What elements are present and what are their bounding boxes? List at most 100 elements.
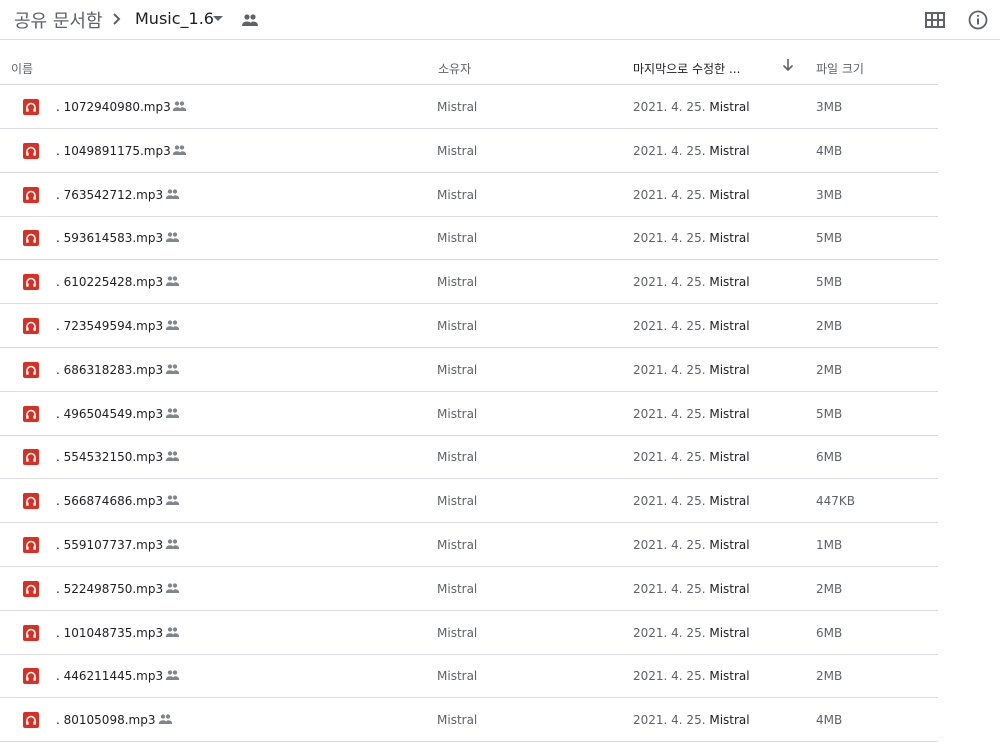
table-row[interactable]: . 763542712.mp3 Mistral 2021. 4. 25. Mistr… [0,173,938,217]
file-name[interactable]: . 80105098.mp3 [56,713,155,727]
file-size: 5MB [816,406,843,421]
modified-date: 2021. 4. 25. [633,450,706,465]
file-owner: Mistral [437,143,478,158]
table-row[interactable]: . 522498750.mp3 Mistral 2021. 4. 25. Mistr… [0,567,938,611]
file-name[interactable]: . 1072940980.mp3 [56,100,171,114]
audio-file-icon [23,361,39,378]
modified-date: 2021. 4. 25. [633,581,706,596]
file-modified: 2021. 4. 25. Mistral [633,319,750,333]
audio-file-icon [23,99,39,115]
modified-date: 2021. 4. 25. [633,625,706,640]
audio-file-icon [23,318,39,334]
shared-people-icon [165,451,179,462]
modified-by: Mistral [709,581,750,596]
file-name[interactable]: . 610225428.mp3 [56,275,163,289]
modified-by: Mistral [709,231,750,246]
modified-by: Mistral [709,494,750,509]
file-name[interactable]: . 593614583.mp3 [56,231,163,245]
file-modified: 2021. 4. 25. Mistral [633,100,750,114]
file-modified: 2021. 4. 25. Mistral [633,275,750,289]
file-owner: Mistral [437,231,478,246]
file-name[interactable]: . 101048735.mp3 [56,626,163,640]
shared-people-icon [242,14,258,26]
shared-people-icon [165,670,179,681]
shared-people-icon [165,188,179,199]
file-owner: Mistral [437,538,478,552]
table-row[interactable]: . 554532150.mp3 Mistral 2021. 4. 25. Mistr… [0,435,938,480]
shared-people-icon [172,145,186,155]
file-modified: 2021. 4. 25. Mistral [633,144,750,158]
file-name[interactable]: . 559107737.mp3 [56,538,163,552]
audio-file-icon [23,274,39,291]
table-row[interactable]: . 686318283.mp3 Mistral 2021. 4. 25. Mistr… [0,348,938,392]
file-name[interactable]: . 1049891175.mp3 [56,144,171,158]
modified-date: 2021. 4. 25. [633,406,706,421]
shared-people-icon [172,101,186,111]
audio-file-icon [23,668,39,685]
table-row[interactable]: . 559107737.mp3 Mistral 2021. 4. 25. Mistr… [0,523,938,567]
column-header-size[interactable]: 파일 크기 [816,60,864,77]
file-owner: Mistral [437,319,478,333]
table-row[interactable]: . 80105098.mp3 Mistral 2021. 4. 25. Mistra… [0,698,938,742]
chevron-right-icon [113,13,121,25]
file-size: 3MB [816,187,843,202]
chevron-down-icon[interactable] [213,16,223,21]
audio-file-icon [23,537,39,553]
file-size: 2MB [816,319,843,333]
modified-by: Mistral [709,406,750,421]
table-row[interactable]: . 446211445.mp3 Mistral 2021. 4. 25. Mistr… [0,654,938,699]
info-icon[interactable] [967,9,989,31]
table-row[interactable]: . 1072940980.mp3 Mistral 2021. 4. 25. Mist… [0,85,938,129]
column-header-owner[interactable]: 소유자 [438,60,471,77]
file-name[interactable]: . 446211445.mp3 [56,669,163,683]
table-row[interactable]: . 1049891175.mp3 Mistral 2021. 4. 25. Mist… [0,129,938,173]
modified-date: 2021. 4. 25. [633,187,706,202]
file-size: 5MB [816,275,843,290]
file-owner: Mistral [437,406,478,421]
shared-people-icon [165,539,179,549]
file-name[interactable]: . 686318283.mp3 [56,363,163,377]
file-name[interactable]: . 723549594.mp3 [56,319,163,333]
audio-file-icon [23,712,39,729]
file-owner: Mistral [437,450,478,465]
top-bar: 공유 문서함 Music_1.6 [0,0,1000,40]
shared-people-icon [165,232,179,243]
file-name[interactable]: . 522498750.mp3 [56,582,163,596]
table-row[interactable]: . 496504549.mp3 Mistral 2021. 4. 25. Mistr… [0,392,938,436]
shared-people-icon [165,583,179,593]
modified-by: Mistral [709,362,750,377]
modified-date: 2021. 4. 25. [633,713,706,728]
file-modified: 2021. 4. 25. Mistral [633,494,750,508]
audio-file-icon [23,142,39,159]
file-name[interactable]: . 496504549.mp3 [56,407,163,421]
audio-file-icon [23,230,39,247]
file-owner: Mistral [437,625,478,640]
file-modified: 2021. 4. 25. Mistral [633,582,750,596]
audio-file-icon [23,405,39,422]
shared-people-icon [165,364,179,374]
audio-file-icon [23,493,39,510]
grid-view-icon[interactable] [924,10,946,30]
column-header-name[interactable]: 이름 [11,60,33,77]
audio-file-icon [23,449,39,466]
file-modified: 2021. 4. 25. Mistral [633,538,750,552]
file-owner: Mistral [437,494,478,509]
breadcrumb-root[interactable]: 공유 문서함 [14,7,103,33]
table-row[interactable]: . 101048735.mp3 Mistral 2021. 4. 25. Mistr… [0,611,938,655]
table-row[interactable]: . 566874686.mp3 Mistral 2021. 4. 25. Mistr… [0,479,938,524]
table-row[interactable]: . 593614583.mp3 Mistral 2021. 4. 25. Mistr… [0,216,938,261]
file-modified: 2021. 4. 25. Mistral [633,188,750,202]
sort-arrow-down-icon[interactable] [781,58,795,72]
table-row[interactable]: . 723549594.mp3 Mistral 2021. 4. 25. Mistr… [0,304,938,348]
file-name[interactable]: . 566874686.mp3 [56,494,163,508]
column-header-modified[interactable]: 마지막으로 수정한 ... [633,60,740,77]
file-size: 6MB [816,450,843,465]
breadcrumb-current[interactable]: Music_1.6 [135,9,214,28]
table-row[interactable]: . 610225428.mp3 Mistral 2021. 4. 25. Mistr… [0,260,938,305]
file-size: 4MB [816,713,843,728]
audio-file-icon [23,624,39,641]
file-name[interactable]: . 554532150.mp3 [56,450,163,464]
shared-people-icon [165,626,179,637]
file-name[interactable]: . 763542712.mp3 [56,188,163,202]
file-modified: 2021. 4. 25. Mistral [633,363,750,377]
